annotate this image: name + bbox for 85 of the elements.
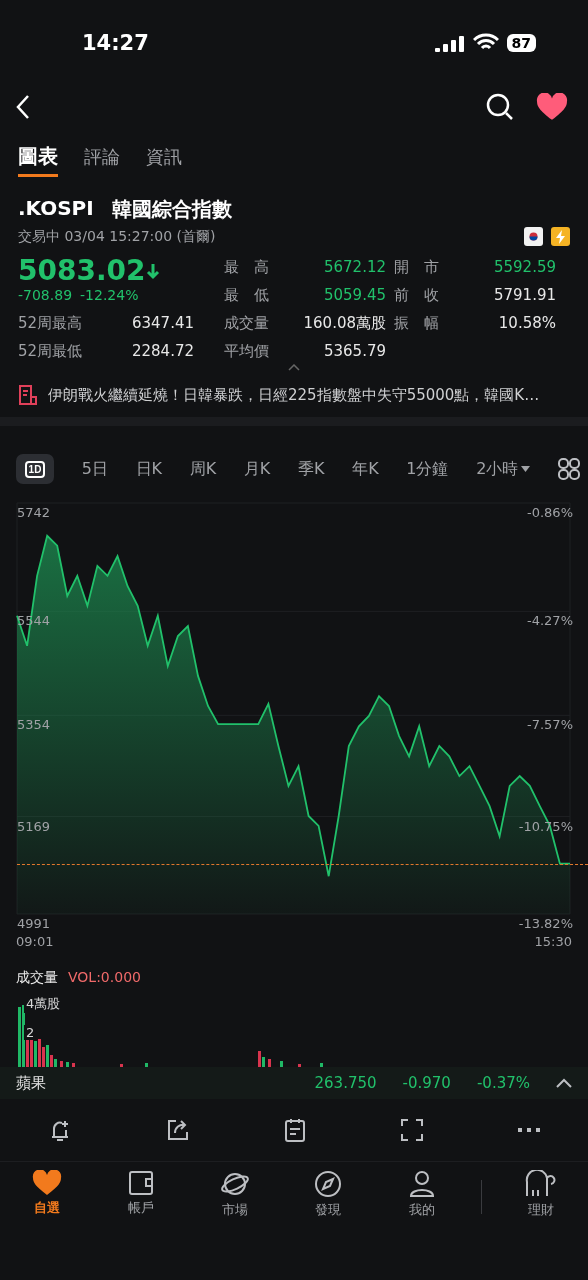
volume-label: 成交量 (16, 969, 58, 987)
volume-tick: 4萬股 (24, 995, 63, 1013)
price-tick: 5354 (17, 717, 51, 733)
percent-tick: -13.82% (518, 916, 573, 931)
nav-item[interactable]: 理財 (506, 1170, 576, 1219)
percent-tick: -0.86% (527, 505, 573, 520)
stat-label: 前 收 (393, 285, 439, 305)
symbol: .KOSPI (18, 196, 94, 222)
stat-value: 5791.91 (493, 286, 556, 304)
stat-label: 最 低 (223, 285, 269, 305)
period-tab[interactable]: 日K (135, 458, 162, 480)
percent-change: -12.24% (80, 287, 139, 303)
flag-icon (524, 227, 543, 246)
status-time: 14:27 (82, 31, 149, 55)
period-tab[interactable]: 1D (16, 454, 54, 484)
fullscreen-icon[interactable] (401, 1119, 424, 1141)
price-change: -708.89 (18, 287, 73, 303)
ticker-percent: -0.37% (476, 1074, 530, 1092)
nav-item[interactable]: 帳戶 (105, 1170, 176, 1217)
search-button[interactable] (486, 93, 514, 121)
person-icon (408, 1170, 437, 1198)
heart-icon (31, 1170, 62, 1196)
ticker-name: 蘋果 (16, 1073, 47, 1093)
stat-value: 160.08萬股 (303, 313, 386, 333)
period-tab[interactable]: 1分鐘 (406, 458, 449, 480)
planet-icon (219, 1170, 250, 1198)
period-tab[interactable]: 月K (243, 458, 271, 480)
percent-tick: -7.57% (527, 717, 573, 733)
down-arrow-icon (145, 261, 160, 280)
lightning-icon (551, 227, 570, 246)
wallet-icon (127, 1170, 154, 1196)
period-tab[interactable]: 5日 (81, 458, 108, 480)
notes-icon[interactable] (283, 1118, 306, 1142)
stat-label: 開 市 (393, 257, 439, 277)
signal-icon (434, 34, 465, 52)
trading-status: 交易中 03/04 15:27:00 (首爾) (18, 227, 216, 246)
period-tab[interactable]: 周K (189, 458, 217, 480)
stat-label: 平均價 (223, 341, 269, 361)
period-tab[interactable]: 年K (352, 458, 379, 480)
price-tick: 4991 (17, 916, 51, 931)
stat-value: 6347.41 (131, 314, 194, 332)
percent-tick: -4.27% (527, 613, 573, 629)
ticker-price: 263.750 (314, 1074, 377, 1092)
tab[interactable]: 資訊 (146, 144, 182, 176)
compass-icon (314, 1170, 343, 1198)
share-icon[interactable] (166, 1119, 189, 1141)
tab[interactable]: 圖表 (18, 143, 58, 177)
stat-value: 5592.59 (493, 258, 556, 276)
expand-caret-icon[interactable] (556, 1078, 572, 1088)
price-tick: 5169 (17, 818, 51, 834)
back-button[interactable] (16, 94, 30, 120)
stat-label: 成交量 (223, 313, 269, 333)
elephant-icon (525, 1170, 557, 1198)
stat-label: 振 幅 (393, 313, 439, 333)
stat-label: 52周最低 (18, 341, 83, 361)
price-tick: 5742 (17, 505, 51, 520)
ticker-bar[interactable]: 蘋果 263.750 -0.970 -0.37% (0, 1067, 588, 1099)
favorite-button[interactable] (536, 93, 568, 121)
stat-value: 10.58% (498, 314, 556, 332)
nav-item[interactable]: 市場 (199, 1170, 270, 1219)
volume-indicator: VOL:0.000 (68, 969, 141, 987)
news-icon (18, 385, 38, 405)
nav-item[interactable]: 自選 (11, 1170, 82, 1217)
grid-icon[interactable] (557, 458, 580, 480)
nav-item[interactable]: 我的 (387, 1170, 458, 1219)
stat-value: 5672.12 (323, 258, 386, 276)
stat-value: 2284.72 (131, 342, 194, 360)
period-dropdown[interactable]: 2小時 (476, 458, 531, 480)
time-tick: 09:01 (16, 934, 54, 949)
stat-label: 最 高 (223, 257, 269, 277)
index-name: 韓國綜合指數 (111, 196, 232, 223)
stat-value: 5365.79 (323, 342, 386, 360)
last-price: 5083.02 (18, 254, 206, 287)
collapse-caret-icon[interactable] (288, 364, 300, 371)
battery-level: 87 (506, 34, 536, 52)
caret-icon (521, 466, 531, 472)
stat-value: 5059.45 (323, 286, 386, 304)
stat-label: 52周最高 (18, 313, 83, 333)
news-headline[interactable]: 伊朗戰火繼續延燒！日韓暴跌，日經225指數盤中失守55000點，韓國K… (48, 385, 540, 405)
tab[interactable]: 評論 (84, 144, 120, 176)
more-icon[interactable] (518, 1127, 541, 1133)
ticker-change: -0.970 (402, 1074, 451, 1092)
period-tab[interactable]: 季K (297, 458, 325, 480)
time-tick: 15:30 (534, 934, 572, 949)
nav-item[interactable]: 發現 (293, 1170, 364, 1219)
